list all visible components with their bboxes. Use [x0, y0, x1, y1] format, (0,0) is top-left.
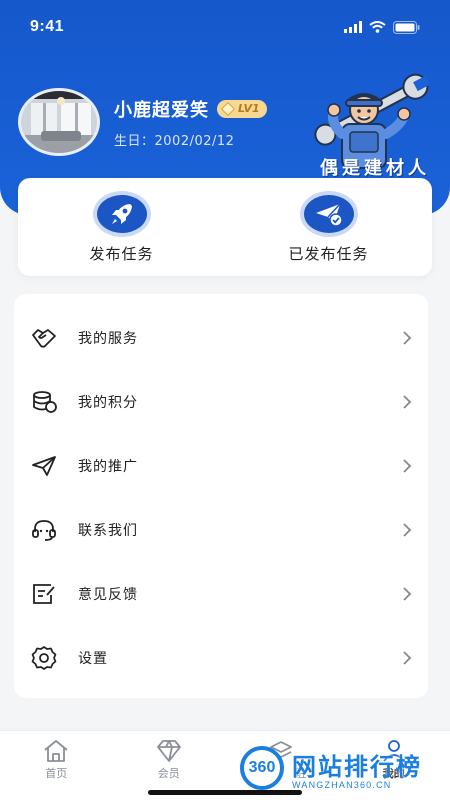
banner-slogan: 偶是建材人 [320, 158, 430, 179]
watermark-badge: 360 [240, 746, 284, 790]
publish-task-label: 发布任务 [89, 244, 154, 263]
paper-plane-check-icon [299, 190, 358, 237]
avatar[interactable] [18, 88, 100, 156]
chevron-right-icon [403, 459, 412, 473]
signal-icon [344, 21, 362, 33]
level-diamond-icon [220, 101, 236, 116]
profile-info: 小鹿超爱笑 LV1 生日：2002/02/12 [114, 96, 267, 149]
menu-item-feedback[interactable]: 意见反馈 [14, 562, 428, 626]
menu-label: 设置 [78, 651, 108, 667]
feedback-icon [30, 580, 58, 608]
menu-list: 我的服务 我的积分 我的推广 联系我们 意见反馈 设置 [14, 294, 428, 698]
name-row: 小鹿超爱笑 LV1 [114, 96, 267, 122]
menu-item-my-points[interactable]: 我的积分 [14, 370, 428, 434]
chevron-right-icon [403, 523, 412, 537]
home-icon [44, 740, 68, 762]
menu-label: 我的积分 [78, 395, 138, 411]
menu-item-contact-us[interactable]: 联系我们 [14, 498, 428, 562]
tab-label: 首页 [45, 767, 68, 780]
birthday: 生日：2002/02/12 [114, 133, 235, 149]
tab-label: 会员 [157, 767, 180, 780]
level-text: LV1 [238, 102, 260, 115]
home-indicator [148, 790, 302, 795]
publish-task-button[interactable]: 发布任务 [42, 190, 202, 264]
quick-actions-card: 发布任务 已发布任务 [18, 178, 432, 276]
chevron-right-icon [403, 331, 412, 345]
chevron-right-icon [403, 651, 412, 665]
status-bar: 9:41 [0, 0, 450, 54]
menu-label: 意见反馈 [78, 587, 138, 603]
menu-item-settings[interactable]: 设置 [14, 626, 428, 690]
menu-item-my-services[interactable]: 我的服务 [14, 306, 428, 370]
menu-label: 我的推广 [78, 459, 138, 475]
watermark: 360 网站排行榜 WANGZHAN360.CN [240, 740, 450, 796]
coins-icon [30, 388, 58, 416]
battery-icon [393, 20, 420, 34]
headset-icon [30, 516, 58, 544]
menu-item-my-promotion[interactable]: 我的推广 [14, 434, 428, 498]
status-icons [344, 20, 420, 34]
avatar-image [21, 91, 97, 153]
send-icon [30, 452, 58, 480]
chevron-right-icon [403, 395, 412, 409]
watermark-text: 网站排行榜 [292, 752, 422, 781]
tab-home[interactable]: 首页 [0, 731, 113, 800]
menu-label: 我的服务 [78, 331, 138, 347]
handshake-icon [30, 324, 58, 352]
wifi-icon [369, 21, 386, 33]
status-time: 9:41 [30, 18, 65, 35]
menu-label: 联系我们 [78, 523, 138, 539]
diamond-icon [156, 740, 181, 762]
watermark-text-block: 网站排行榜 WANGZHAN360.CN [292, 747, 422, 790]
chevron-right-icon [403, 587, 412, 601]
rocket-icon [92, 190, 151, 237]
user-name: 小鹿超爱笑 [114, 99, 209, 121]
gear-icon [30, 644, 58, 672]
published-tasks-label: 已发布任务 [288, 244, 369, 263]
profile-section: 小鹿超爱笑 LV1 生日：2002/02/12 [18, 88, 267, 156]
published-tasks-button[interactable]: 已发布任务 [249, 190, 409, 264]
level-badge: LV1 [217, 99, 267, 118]
